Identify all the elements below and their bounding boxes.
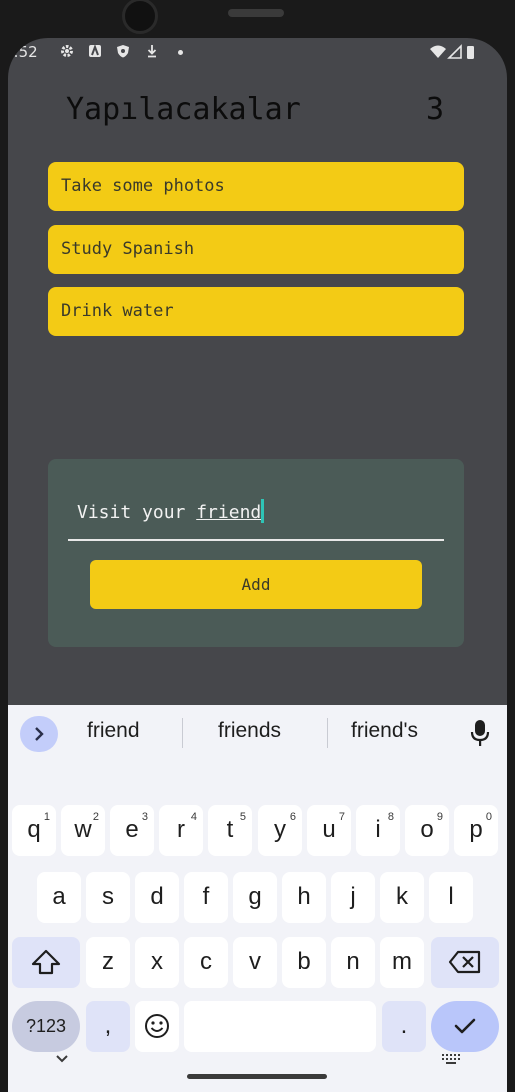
key-u[interactable]: u7 [307, 805, 351, 856]
key-t[interactable]: t5 [208, 805, 252, 856]
keyboard-icon[interactable] [441, 1053, 461, 1065]
emoji-key[interactable] [135, 1001, 179, 1052]
enter-key[interactable] [431, 1001, 499, 1052]
chevron-right-icon [35, 727, 44, 741]
screen: 7:52 Yapılacakalar 3 Take some photos St… [8, 38, 507, 1092]
key-h[interactable]: h [282, 872, 326, 923]
key-x[interactable]: x [135, 937, 179, 988]
key-q[interactable]: q1 [12, 805, 56, 856]
key-a[interactable]: a [37, 872, 81, 923]
todo-input[interactable]: Visit your friend [68, 491, 444, 541]
key-r[interactable]: r4 [159, 805, 203, 856]
chevron-down-icon[interactable] [54, 1053, 70, 1065]
settings-icon [61, 45, 73, 57]
todo-count: 3 [426, 92, 445, 127]
wifi-icon [430, 45, 446, 58]
key-o[interactable]: o9 [405, 805, 449, 856]
key-m[interactable]: m [380, 937, 424, 988]
input-underline [68, 539, 444, 541]
suggestion-3[interactable]: friend's [351, 719, 418, 743]
key-v[interactable]: v [233, 937, 277, 988]
text-caret [261, 499, 265, 523]
mic-icon[interactable] [470, 719, 490, 747]
key-d[interactable]: d [135, 872, 179, 923]
suggestion-divider [182, 718, 183, 748]
suggestion-strip: friend friends friend's [8, 705, 507, 761]
key-s[interactable]: s [86, 872, 130, 923]
expand-toolbar-button[interactable] [20, 716, 58, 752]
todo-input-text[interactable]: Visit your friend [77, 499, 265, 523]
key-c[interactable]: c [184, 937, 228, 988]
backspace-key[interactable] [431, 937, 499, 988]
key-n[interactable]: n [331, 937, 375, 988]
phone-frame: 7:52 Yapılacakalar 3 Take some photos St… [0, 0, 515, 1092]
key-g[interactable]: g [233, 872, 277, 923]
comma-key[interactable]: , [86, 1001, 130, 1052]
key-e[interactable]: e3 [110, 805, 154, 856]
status-right-icons [430, 44, 474, 59]
list-item[interactable]: Take some photos [48, 162, 464, 211]
page-title: Yapılacakalar [66, 92, 301, 127]
shift-key[interactable] [12, 937, 80, 988]
list-item[interactable]: Study Spanish [48, 225, 464, 274]
a-icon [89, 44, 101, 57]
period-key[interactable]: . [382, 1001, 426, 1052]
key-z[interactable]: z [86, 937, 130, 988]
shield-icon [117, 45, 129, 58]
key-j[interactable]: j [331, 872, 375, 923]
gesture-handle[interactable] [187, 1074, 327, 1079]
keyboard: friend friends friend's q1 w2 e3 r4 t5 y… [8, 705, 507, 1092]
status-bar: 7:52 [8, 38, 507, 68]
key-y[interactable]: y6 [258, 805, 302, 856]
key-w[interactable]: w2 [61, 805, 105, 856]
status-time: 7:52 [8, 43, 38, 61]
key-f[interactable]: f [184, 872, 228, 923]
list-item[interactable]: Drink water [48, 287, 464, 336]
add-button[interactable]: Add [90, 560, 422, 609]
key-b[interactable]: b [282, 937, 326, 988]
symbols-key[interactable]: ?123 [12, 1001, 80, 1052]
key-p[interactable]: p0 [454, 805, 498, 856]
suggestion-2[interactable]: friends [218, 719, 281, 743]
notification-dot [178, 50, 183, 55]
signal-icon [447, 44, 462, 59]
add-todo-card: Visit your friend Add [48, 459, 464, 647]
space-key[interactable] [184, 1001, 376, 1052]
camera [122, 0, 158, 34]
key-k[interactable]: k [380, 872, 424, 923]
suggestion-1[interactable]: friend [87, 719, 140, 743]
key-l[interactable]: l [429, 872, 473, 923]
speaker [228, 9, 284, 17]
check-icon [454, 1018, 476, 1034]
input-text-prefix: Visit your [77, 502, 197, 523]
input-text-composing: friend [196, 502, 262, 523]
battery-icon [467, 46, 474, 59]
shift-icon [31, 949, 61, 975]
key-i[interactable]: i8 [356, 805, 400, 856]
emoji-icon [145, 1014, 169, 1038]
backspace-icon [448, 950, 481, 974]
download-icon [147, 45, 157, 58]
suggestion-divider [327, 718, 328, 748]
